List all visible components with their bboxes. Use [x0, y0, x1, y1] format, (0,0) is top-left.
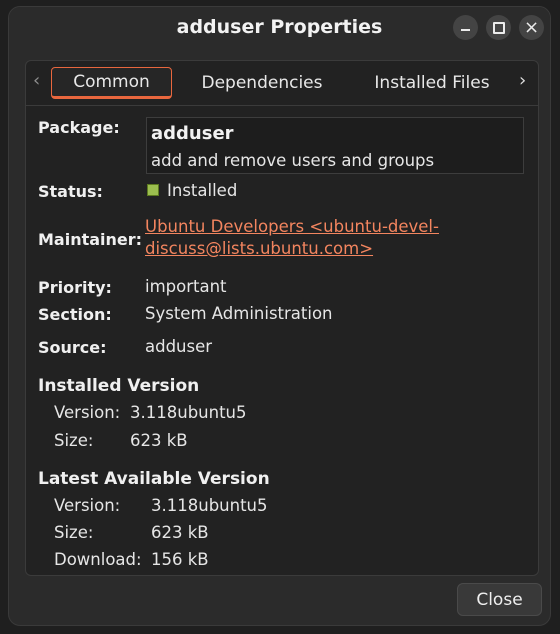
latest-version-heading: Latest Available Version — [38, 469, 270, 489]
maximize-button[interactable] — [486, 15, 511, 40]
latest-version-label: Version: — [54, 496, 121, 515]
close-button[interactable]: Close — [457, 583, 542, 616]
latest-size-label: Size: — [54, 523, 94, 542]
maximize-icon — [492, 21, 505, 34]
section-value: System Administration — [145, 304, 333, 323]
package-name: adduser — [151, 123, 234, 144]
window-close-button[interactable]: × — [519, 15, 544, 40]
tab-dependencies[interactable]: Dependencies — [196, 67, 328, 99]
close-icon: × — [523, 16, 540, 38]
section-label: Section: — [38, 305, 112, 324]
tab-common[interactable]: Common — [51, 67, 172, 99]
installed-version-value: 3.118ubuntu5 — [130, 403, 247, 422]
source-label: Source: — [38, 338, 107, 357]
installed-size-label: Size: — [54, 431, 94, 450]
titlebar[interactable]: adduser Properties × — [9, 7, 550, 48]
status-installed-icon — [147, 184, 159, 196]
installed-size-value: 623 kB — [130, 431, 188, 450]
priority-value: important — [145, 277, 227, 296]
package-label: Package: — [38, 118, 120, 137]
package-info-box: adduser add and remove users and groups — [146, 117, 524, 174]
installed-version-heading: Installed Version — [38, 376, 200, 396]
priority-label: Priority: — [38, 278, 112, 297]
minimize-icon — [461, 29, 470, 31]
source-value: adduser — [145, 337, 213, 356]
maintainer-label: Maintainer: — [38, 230, 143, 249]
status-value: Installed — [167, 181, 238, 200]
properties-notebook: ‹ Common Dependencies Installed Files › … — [25, 60, 539, 576]
tab-scroll-right-icon[interactable]: › — [519, 70, 526, 91]
properties-window: adduser Properties × ‹ Common Dependenci… — [8, 6, 551, 626]
tab-scroll-left-icon[interactable]: ‹ — [33, 70, 40, 91]
tab-bar: ‹ Common Dependencies Installed Files › — [26, 61, 538, 106]
maintainer-link[interactable]: Ubuntu Developers <ubuntu-devel-discuss@… — [145, 216, 445, 260]
latest-size-value: 623 kB — [151, 523, 209, 542]
latest-download-value: 156 kB — [151, 550, 209, 569]
latest-version-value: 3.118ubuntu5 — [151, 496, 268, 515]
minimize-button[interactable] — [453, 15, 478, 40]
latest-download-label: Download: — [54, 550, 142, 569]
status-label: Status: — [38, 182, 103, 201]
tab-installed-files[interactable]: Installed Files — [369, 67, 495, 99]
package-description: add and remove users and groups — [151, 151, 435, 170]
installed-version-label: Version: — [54, 403, 121, 422]
